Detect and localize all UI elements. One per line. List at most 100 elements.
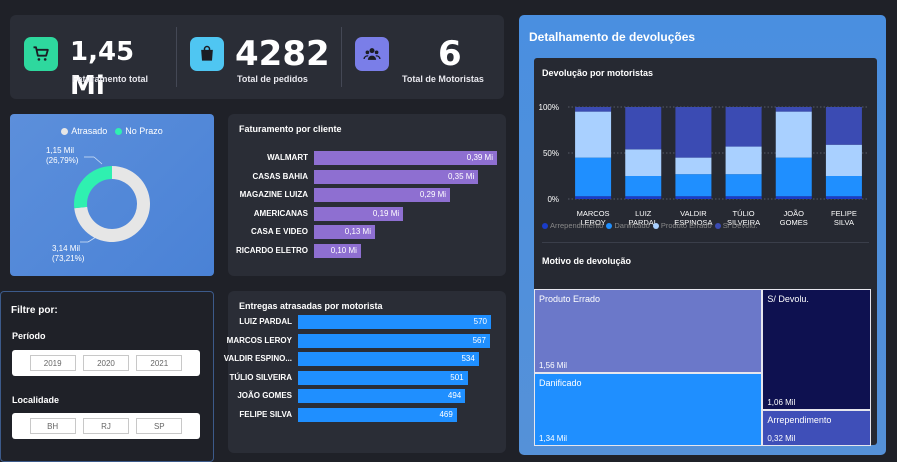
legend-dot (542, 222, 548, 229)
stack-segment-danificado[interactable] (775, 157, 812, 197)
stack-segment-s-devolu-[interactable] (575, 107, 612, 112)
donut-slice-no-prazo[interactable] (74, 166, 112, 209)
bar-row[interactable]: JOÃO GOMES 494 (228, 389, 506, 403)
treemap-tile-produto-errado[interactable]: Produto Errado 1,56 Mil (534, 289, 763, 374)
bar-row[interactable]: WALMART 0,39 Mi (228, 151, 506, 165)
legend-label: Arrependimento (550, 221, 604, 230)
detalhamento-title: Detalhamento de devoluções (529, 30, 696, 44)
x-tick-label: JOÃO GOMES (779, 209, 808, 227)
filter-title: Filtre por: (11, 305, 58, 316)
bar[interactable]: 0,29 Mi (314, 188, 451, 202)
periodo-option[interactable]: 2019 (29, 355, 76, 371)
bar-value-label: 0,19 Mi (372, 208, 400, 218)
stack-segment-produto-errado[interactable] (675, 157, 712, 175)
stack-segment-arrependimento[interactable] (575, 196, 612, 199)
faturamento-panel: Faturamento por cliente WALMART 0,39 Mi CA… (228, 114, 506, 276)
localidade-option[interactable]: BH (29, 418, 76, 434)
donut-label-no-prazo: 1,15 Mil (26,79%) (46, 146, 78, 166)
legend-dot (714, 222, 721, 229)
bar[interactable]: 567 (298, 333, 490, 348)
treemap-tile-danificado[interactable]: Danificado 1,34 Mil (534, 373, 763, 446)
treemap-tile-value: 1,34 Mil (539, 433, 568, 443)
legend-item[interactable]: Danificado (606, 221, 650, 230)
bar-row[interactable]: MARCOS LEROY 567 (227, 333, 506, 348)
bar-category-label: VALDIR ESPINO... (223, 354, 292, 363)
bar-value-label: 0,13 Mi (344, 227, 371, 236)
stack-segment-arrependimento[interactable] (825, 196, 862, 199)
bar[interactable]: 0,13 Mi (314, 225, 375, 239)
bar-category-label: MAGAZINE LUIZA (239, 190, 308, 199)
bar[interactable]: 0,10 Mi (314, 243, 361, 258)
treemap-tile-name: S/ Devolu. (767, 294, 809, 304)
stack-legend: Arrependimento Danificado Produto Errado S/… (542, 221, 757, 230)
kpi-motoristas: 6 Total de Motoristas (342, 15, 504, 99)
bar-row[interactable]: RICARDO ELETRO 0,10 Mi (228, 243, 506, 258)
localidade-option[interactable]: RJ (82, 418, 129, 434)
stack-segment-danificado[interactable] (725, 174, 762, 197)
stack-segment-arrependimento[interactable] (625, 196, 662, 199)
stack-segment-arrependimento[interactable] (725, 196, 762, 199)
bar[interactable]: 0,35 Mi (314, 169, 479, 184)
stack-segment-s-devolu-[interactable] (675, 107, 712, 158)
donut-label-pct: (26,79%) (46, 156, 79, 165)
treemap-tile-value: 0,32 Mil (767, 433, 796, 443)
bar-category-label: AMERICANAS (253, 208, 308, 218)
bar[interactable]: 534 (298, 352, 479, 366)
legend-item[interactable]: S/ Devolu. (714, 221, 758, 230)
stack-segment-produto-errado[interactable] (575, 111, 612, 158)
periodo-option[interactable]: 2020 (82, 355, 129, 371)
bar-row[interactable]: VALDIR ESPINO... 534 (224, 352, 506, 366)
bar[interactable]: 494 (298, 389, 466, 403)
filter-label-periodo: Período (12, 331, 46, 341)
stack-segment-danificado[interactable] (625, 176, 662, 197)
bar-row[interactable]: AMERICANAS 0,19 Mi (228, 206, 506, 221)
bar-category-label: LUIZ PARDAL (239, 317, 292, 326)
bar-value-label: 0,10 Mi (330, 245, 357, 255)
stack-segment-produto-errado[interactable] (825, 144, 862, 176)
bar-value-label: 469 (439, 409, 453, 419)
stack-segment-s-devolu-[interactable] (825, 107, 862, 145)
bar-row[interactable]: CASAS BAHIA 0,35 Mi (228, 169, 506, 184)
legend-dot (652, 222, 659, 229)
stack-segment-arrependimento[interactable] (775, 196, 812, 199)
bar-value-label: 567 (472, 335, 486, 345)
kpi-label: Total de pedidos (237, 74, 308, 84)
legend-label: Produto Errado (660, 221, 712, 230)
stack-segment-produto-errado[interactable] (725, 146, 762, 175)
stack-segment-s-devolu-[interactable] (775, 107, 812, 112)
legend-label: S/ Devolu. (722, 221, 758, 230)
stack-segment-danificado[interactable] (825, 176, 862, 197)
treemap-tile-s-devolu-[interactable]: S/ Devolu. 1,06 Mil (762, 289, 871, 410)
donut-label-value: 1,15 Mil (46, 146, 75, 155)
kpi-faturamento: 1,45 Mi Faturamento total (10, 15, 176, 101)
stack-segment-produto-errado[interactable] (625, 149, 662, 176)
bar-row[interactable]: CASA E VIDEO 0,13 Mi (228, 225, 506, 239)
localidade-option[interactable]: SP (136, 418, 183, 434)
stack-segment-danificado[interactable] (575, 157, 612, 197)
treemap-tile-arrependimento[interactable]: Arrependimento 0,32 Mil (762, 409, 871, 446)
periodo-option[interactable]: 2021 (136, 355, 183, 371)
legend-item[interactable]: Arrependimento (542, 221, 603, 230)
treemap-tile-value: 1,06 Mil (767, 397, 796, 407)
bar[interactable]: 0,19 Mi (314, 206, 404, 221)
bar[interactable]: 0,39 Mi (314, 151, 497, 165)
bar-value-label: 570 (473, 317, 487, 326)
stack-segment-s-devolu-[interactable] (625, 107, 662, 150)
treemap-tile-name: Arrependimento (767, 414, 832, 425)
bar-row[interactable]: MAGAZINE LUIZA 0,29 Mi (228, 188, 506, 202)
bar[interactable]: 501 (298, 370, 468, 385)
bar-category-label: CASA E VIDEO (250, 227, 308, 236)
stack-segment-s-devolu-[interactable] (725, 107, 762, 147)
detalhamento-panel: Detalhamento de devoluções Devolução por… (519, 15, 886, 455)
bar-row[interactable]: LUIZ PARDAL 570 (228, 315, 506, 329)
stack-segment-produto-errado[interactable] (775, 111, 812, 158)
legend-item[interactable]: Produto Errado (652, 221, 712, 230)
bar-row[interactable]: TÚLIO SILVEIRA 501 (228, 370, 506, 385)
bar[interactable]: 469 (298, 407, 457, 422)
bar[interactable]: 570 (298, 315, 491, 329)
bar-row[interactable]: FELIPE SILVA 469 (228, 407, 506, 422)
y-tick-label: 0% (547, 195, 559, 204)
divider (542, 242, 869, 243)
stack-segment-danificado[interactable] (675, 174, 712, 197)
stack-segment-arrependimento[interactable] (675, 196, 712, 199)
